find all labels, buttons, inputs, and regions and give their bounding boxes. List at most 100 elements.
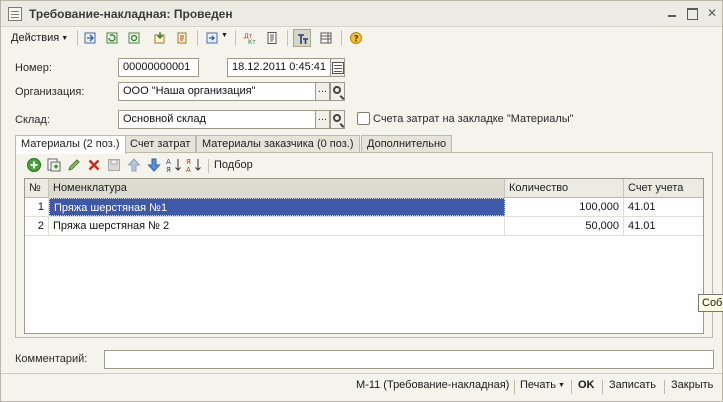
cost-accounts-checkbox-label[interactable]: Счета затрат на закладке "Материалы" [373,113,574,125]
document-based-icon [177,32,187,44]
cost-accounts-checkbox[interactable] [357,112,370,125]
copy-icon [47,158,61,172]
ok-button[interactable]: OK [578,379,595,391]
cell-number[interactable]: 2 [25,217,49,235]
maximize-icon[interactable] [685,6,699,20]
move-up-button[interactable] [126,157,142,173]
actions-menu-button[interactable]: Действия ▼ [7,29,72,47]
cell-account[interactable]: 41.01 [624,217,703,235]
chevron-down-icon: ▼ [61,35,69,42]
document-window: Требование-накладная: Проведен ✕ Действи… [0,0,723,402]
add-icon [27,158,41,172]
footer-divider [1,373,722,374]
print-menu-button[interactable]: Печать ▼ [520,379,565,391]
table-row[interactable]: 1 Пряжа шерстяная №1 100,000 41.01 [25,198,703,217]
cell-quantity[interactable]: 50,000 [505,217,624,235]
toolbar-divider [197,30,198,46]
print-form-button[interactable]: М-11 (Требование-накладная) [356,379,509,391]
refresh-icon [106,32,118,44]
column-header-number[interactable]: № [25,179,49,198]
report-button[interactable] [263,29,281,47]
toolbar-divider [235,30,236,46]
dt-kt-movements-button[interactable]: Дт Кт [241,29,259,47]
go-menu-button[interactable]: ▼ [203,29,231,47]
close-icon[interactable]: ✕ [705,6,719,20]
structure-icon [298,34,308,44]
column-header-quantity[interactable]: Количество [505,179,624,198]
number-label: Номер: [15,62,52,74]
load-button[interactable] [151,29,169,47]
tooltip: Собо [698,294,723,312]
cell-quantity[interactable]: 100,000 [505,198,624,216]
pencil-icon [68,159,80,171]
organization-open-button[interactable] [330,82,345,101]
search-icon [333,114,341,122]
title-bar: Требование-накладная: Проведен ✕ [1,1,722,27]
help-button[interactable]: ? [347,29,365,47]
delete-icon [88,159,100,171]
comment-field[interactable] [104,350,714,369]
date-field[interactable]: 18.12.2011 0:45:41 [227,58,331,77]
svg-text:А: А [166,158,171,166]
based-on-button[interactable] [173,29,191,47]
sort-descending-button[interactable]: ЯА [186,157,202,174]
window-title: Требование-накладная: Проведен [29,7,233,21]
calendar-button[interactable] [330,58,345,77]
sort-ascending-button[interactable]: АЯ [166,157,182,174]
organization-select-button[interactable]: ... [315,82,330,101]
warehouse-select-button[interactable]: ... [315,110,330,129]
panel-toggle-button[interactable] [317,29,335,47]
help-icon: ? [350,32,362,44]
svg-text:А: А [186,166,191,173]
svg-text:Кт: Кт [248,39,256,44]
svg-text:Я: Я [166,166,171,173]
move-down-button[interactable] [146,157,162,173]
toolbar-divider [341,30,342,46]
column-header-account[interactable]: Счет учета [624,179,703,198]
organization-label: Организация: [15,86,85,98]
structure-toggle-button[interactable] [293,29,311,47]
tab-additional[interactable]: Дополнительно [361,135,453,153]
main-toolbar: Действия ▼ ▼ Дт Кт ? [5,28,717,48]
close-button[interactable]: Закрыть [671,379,713,391]
toolbar-divider [287,30,288,46]
dt-kt-icon: ДтКт [244,33,256,44]
table-header: № Номенклатура Количество Счет учета [25,179,703,198]
cell-nomenclature[interactable]: Пряжа шерстяная №1 [49,198,505,216]
toolbar-divider [208,159,209,173]
warehouse-label: Склад: [15,114,50,126]
end-edit-button[interactable] [106,157,122,173]
report-icon [267,32,277,44]
footer-divider [514,380,515,394]
warehouse-field[interactable]: Основной склад [118,110,316,129]
navigate-icon [206,32,218,44]
pick-button[interactable]: Подбор [214,159,253,171]
organization-field[interactable]: ООО "Наша организация" [118,82,316,101]
footer-divider [664,380,665,394]
toolbar-divider [77,30,78,46]
edit-row-button[interactable] [66,157,82,173]
sort-descending-icon: ЯА [186,158,201,174]
print-menu-label: Печать [520,379,557,391]
delete-row-button[interactable] [86,157,102,173]
warehouse-open-button[interactable] [330,110,345,129]
chevron-down-icon: ▼ [558,382,565,389]
add-row-button[interactable] [26,157,42,173]
unpost-button[interactable] [125,29,143,47]
save-disabled-icon [108,159,120,171]
number-field[interactable]: 00000000001 [118,58,199,77]
save-button[interactable]: Записать [609,379,656,391]
tab-materials[interactable]: Материалы (2 поз.) [15,135,126,154]
tab-customer-materials[interactable]: Материалы заказчика (0 поз.) [196,135,360,153]
column-header-nomenclature[interactable]: Номенклатура [49,179,505,198]
tab-cost-account[interactable]: Счет затрат [124,135,197,153]
post-document-button[interactable] [81,29,99,47]
cell-number[interactable]: 1 [25,198,49,216]
svg-text:?: ? [354,35,359,45]
table-row[interactable]: 2 Пряжа шерстяная № 2 50,000 41.01 [25,217,703,236]
refresh-button[interactable] [103,29,121,47]
cell-nomenclature[interactable]: Пряжа шерстяная № 2 [49,217,505,235]
cell-account[interactable]: 41.01 [624,198,703,216]
copy-row-button[interactable] [46,157,62,173]
minimize-icon[interactable] [665,6,679,20]
